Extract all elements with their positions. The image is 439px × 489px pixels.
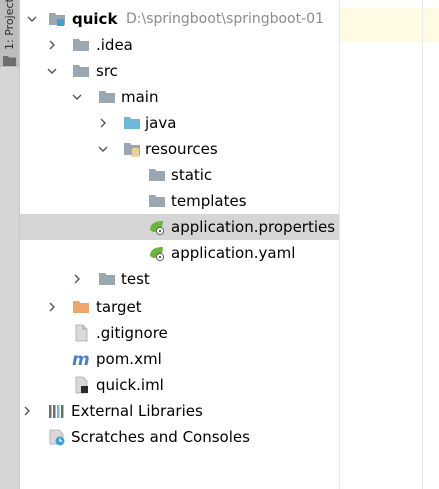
tree-label-target: target [96, 298, 142, 316]
spring-properties-icon [150, 221, 165, 236]
tree-row-application-properties[interactable]: application.properties [20, 214, 339, 240]
chevron-right-icon[interactable] [47, 302, 57, 312]
iml-file-icon [75, 376, 88, 394]
tree-label-quick-iml: quick.iml [96, 376, 164, 394]
chevron-down-icon[interactable] [98, 144, 108, 154]
scratches-icon [49, 429, 65, 446]
resources-folder-icon [124, 143, 140, 157]
tree-row-main[interactable]: main [20, 84, 339, 110]
tree-row-templates[interactable]: templates [20, 188, 339, 214]
svg-text:m: m [72, 350, 90, 368]
tree-row-target[interactable]: target [20, 294, 339, 320]
tree-row-application-yaml[interactable]: application.yaml [20, 240, 339, 266]
tree-row-gitignore[interactable]: .gitignore [20, 320, 339, 346]
chevron-right-icon[interactable] [98, 118, 108, 128]
folder-icon [73, 39, 89, 51]
tree-row-idea[interactable]: .idea [20, 32, 339, 58]
tree-row-src[interactable]: src [20, 58, 339, 84]
tree-label-java: java [145, 114, 177, 132]
tree-row-java[interactable]: java [20, 110, 339, 136]
folder-icon [149, 169, 165, 181]
tree-label-application-properties: application.properties [171, 218, 336, 236]
maven-icon: m [72, 350, 90, 368]
tree-row-quick[interactable]: quick D:\springboot\springboot-01 [20, 6, 339, 32]
current-line-highlight [340, 8, 439, 42]
file-icon [75, 324, 88, 342]
module-path: D:\springboot\springboot-01 [126, 11, 324, 27]
folder-icon [73, 65, 89, 77]
tree-label-main: main [121, 88, 159, 106]
tree-row-pom[interactable]: m pom.xml [20, 346, 339, 372]
editor-area[interactable] [339, 0, 439, 489]
tool-window-strip: 1: Project [0, 0, 20, 489]
project-tool-window-tab[interactable]: 1: Project [0, 0, 19, 67]
spring-yaml-icon [150, 247, 165, 262]
chevron-right-icon[interactable] [72, 274, 82, 284]
tree-label-templates: templates [171, 192, 247, 210]
tree-label-resources: resources [145, 140, 218, 158]
tree-label-idea: .idea [96, 36, 133, 54]
tree-label-external-libraries: External Libraries [71, 402, 203, 420]
excluded-folder-icon [73, 301, 89, 313]
right-margin-guide [422, 0, 423, 489]
tree-label-scratches: Scratches and Consoles [71, 428, 250, 446]
tree-row-quick-iml[interactable]: quick.iml [20, 372, 339, 398]
folder-icon [149, 195, 165, 207]
tree-row-scratches[interactable]: Scratches and Consoles [20, 424, 339, 450]
tree-row-resources[interactable]: resources [20, 136, 339, 162]
chevron-down-icon[interactable] [72, 92, 82, 102]
tree-label-application-yaml: application.yaml [171, 244, 296, 262]
tree-row-external-libraries[interactable]: External Libraries [20, 398, 339, 424]
folder-icon [99, 91, 115, 103]
tree-label-pom: pom.xml [96, 350, 162, 368]
chevron-right-icon[interactable] [47, 40, 57, 50]
project-folder-icon [3, 56, 16, 66]
tree-row-static[interactable]: static [20, 162, 339, 188]
chevron-down-icon[interactable] [47, 66, 57, 76]
libraries-icon [49, 405, 64, 418]
chevron-down-icon[interactable] [27, 14, 37, 24]
project-tab-label: 1: Project [3, 0, 16, 50]
tree-label-src: src [96, 62, 118, 80]
tree-label-gitignore: .gitignore [96, 324, 168, 342]
tree-row-test[interactable]: test [20, 266, 339, 292]
chevron-right-icon[interactable] [22, 406, 32, 416]
module-folder-icon [49, 13, 65, 26]
source-folder-icon [124, 117, 140, 129]
tree-label-test: test [121, 270, 150, 288]
folder-icon [99, 273, 115, 285]
tree-label-quick: quick [72, 10, 118, 28]
project-tree: quick D:\springboot\springboot-01 .idea … [20, 0, 339, 489]
tree-label-static: static [171, 166, 213, 184]
